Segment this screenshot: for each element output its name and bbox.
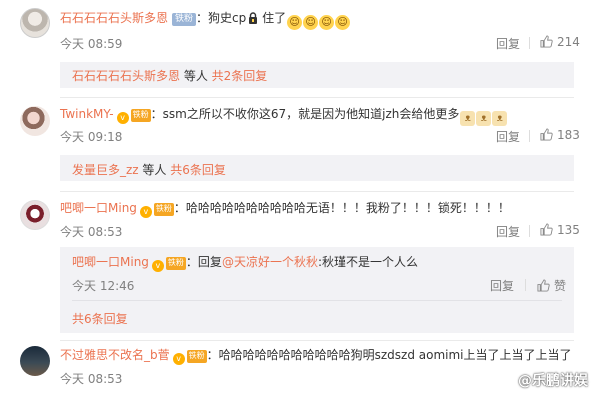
- like-count: 183: [557, 128, 580, 142]
- comment-text: ：哈哈哈哈哈哈哈哈哈哈哈狗明szdszd aomimi上当了上当了上当了: [206, 348, 572, 362]
- fan-badge: 铁粉: [172, 13, 197, 26]
- comment-body: 石石石石石头斯多恩 铁粉 ：狗史cp 住了 ☺ ☺ ☺ ☺: [60, 10, 351, 30]
- doge-emoji-icon: ᴥ: [492, 111, 508, 126]
- laughing-emoji-icon: ☺: [303, 15, 319, 30]
- comment-time: 今天 08:53: [60, 225, 123, 239]
- like-count: 135: [557, 223, 580, 237]
- reply-users-mid: 等人: [138, 163, 171, 177]
- comment-time: 今天 09:18: [60, 130, 123, 144]
- laughing-emoji-icon: ☺: [335, 15, 351, 30]
- reply-button[interactable]: 回复: [496, 128, 520, 145]
- comment-time: 今天 08:53: [60, 372, 123, 386]
- comment-text: ：ssm之所以不收你这67，就是因为他知道jzh会给他更多: [150, 107, 460, 121]
- comment-text: 狗史cp: [208, 11, 247, 25]
- reply-button[interactable]: 回复: [496, 223, 520, 240]
- divider: [529, 37, 530, 49]
- thumbs-up-icon: [537, 279, 550, 292]
- divider: [525, 279, 526, 291]
- like-button[interactable]: 183: [540, 128, 580, 142]
- comment-text-after: 住了: [258, 11, 287, 25]
- vip-badge-icon: v: [116, 112, 129, 124]
- more-replies-link[interactable]: 共6条回复: [72, 310, 128, 327]
- watermark: @乐鹏讲娱: [518, 373, 588, 389]
- divider: [60, 340, 574, 341]
- avatar[interactable]: [20, 200, 50, 230]
- doge-emoji-icon: ᴥ: [476, 111, 492, 126]
- comment-username[interactable]: 不过雅思不改名_b菅: [60, 348, 170, 362]
- like-count: 214: [557, 35, 580, 49]
- reply-button[interactable]: 回复: [496, 35, 520, 52]
- comment-body: 不过雅思不改名_b菅 v 铁粉 ：哈哈哈哈哈哈哈哈哈哈哈狗明szdszd aomimi…: [60, 347, 572, 365]
- divider: [529, 130, 530, 142]
- avatar[interactable]: [20, 8, 50, 38]
- divider: [529, 225, 530, 237]
- sub-reply-reply-button[interactable]: 回复: [490, 277, 514, 294]
- sub-reply-text: :秋瑾不是一个人么: [317, 255, 418, 269]
- comment-username[interactable]: 石石石石石头斯多恩: [60, 11, 168, 25]
- laughing-emoji-icon: ☺: [319, 15, 335, 30]
- vip-badge-icon: v: [139, 206, 152, 218]
- comment-body: TwinkMY-v 铁粉 ：ssm之所以不收你这67，就是因为他知道jzh会给他更多…: [60, 106, 508, 126]
- lock-emoji-icon: [249, 12, 258, 24]
- sub-reply-username[interactable]: 吧唧一口Ming: [72, 255, 149, 269]
- vip-badge-icon: v: [151, 260, 164, 272]
- comment-time: 今天 08:59: [60, 37, 123, 51]
- reply-count[interactable]: 共6条回复: [170, 163, 226, 177]
- like-label: 赞: [554, 279, 567, 293]
- more-replies-link[interactable]: 发量巨多_zz 等人 共6条回复: [72, 161, 226, 178]
- fan-badge: 铁粉: [130, 109, 151, 122]
- thumbs-up-icon: [540, 223, 553, 236]
- thumbs-up-icon: [540, 128, 553, 141]
- avatar[interactable]: [20, 106, 50, 136]
- sub-reply-body: 吧唧一口Ming v 铁粉 ：回复@天凉好一个秋秋:秋瑾不是一个人么: [72, 254, 418, 272]
- sub-reply-time: 今天 12:46: [72, 279, 135, 293]
- reply-users[interactable]: 石石石石石头斯多恩: [72, 69, 180, 83]
- fan-badge: 铁粉: [165, 257, 186, 270]
- sub-reply-prefix: ：回复: [185, 255, 222, 269]
- divider: [72, 300, 562, 301]
- comment-username[interactable]: TwinkMY-: [60, 107, 114, 121]
- comment-text-colon: ：: [196, 11, 209, 25]
- fan-badge: 铁粉: [153, 203, 174, 216]
- avatar[interactable]: [20, 346, 50, 376]
- reply-count[interactable]: 共2条回复: [212, 69, 268, 83]
- doge-emoji-icon: ᴥ: [460, 111, 476, 126]
- comment-text: ：哈哈哈哈哈哈哈哈哈哈无语！！！我粉了！！！锁死！！！！: [173, 201, 510, 215]
- divider: [60, 191, 574, 192]
- sub-reply-like-button[interactable]: 赞: [537, 277, 566, 294]
- laughing-emoji-icon: ☺: [287, 15, 303, 30]
- reply-users[interactable]: 发量巨多_zz: [72, 163, 139, 177]
- mention-link[interactable]: @天凉好一个秋秋: [222, 255, 318, 269]
- divider: [60, 97, 574, 98]
- like-button[interactable]: 214: [540, 35, 580, 49]
- reply-users-mid: 等人: [180, 69, 212, 83]
- vip-badge-icon: v: [172, 353, 185, 365]
- comment-body: 吧唧一口Ming v 铁粉 ：哈哈哈哈哈哈哈哈哈哈无语！！！我粉了！！！锁死！！！！: [60, 200, 510, 218]
- thumbs-up-icon: [540, 35, 553, 48]
- comment-username[interactable]: 吧唧一口Ming: [60, 201, 137, 215]
- like-button[interactable]: 135: [540, 223, 580, 237]
- fan-badge: 铁粉: [186, 350, 207, 363]
- more-replies-link[interactable]: 石石石石石头斯多恩 等人 共2条回复: [72, 67, 267, 84]
